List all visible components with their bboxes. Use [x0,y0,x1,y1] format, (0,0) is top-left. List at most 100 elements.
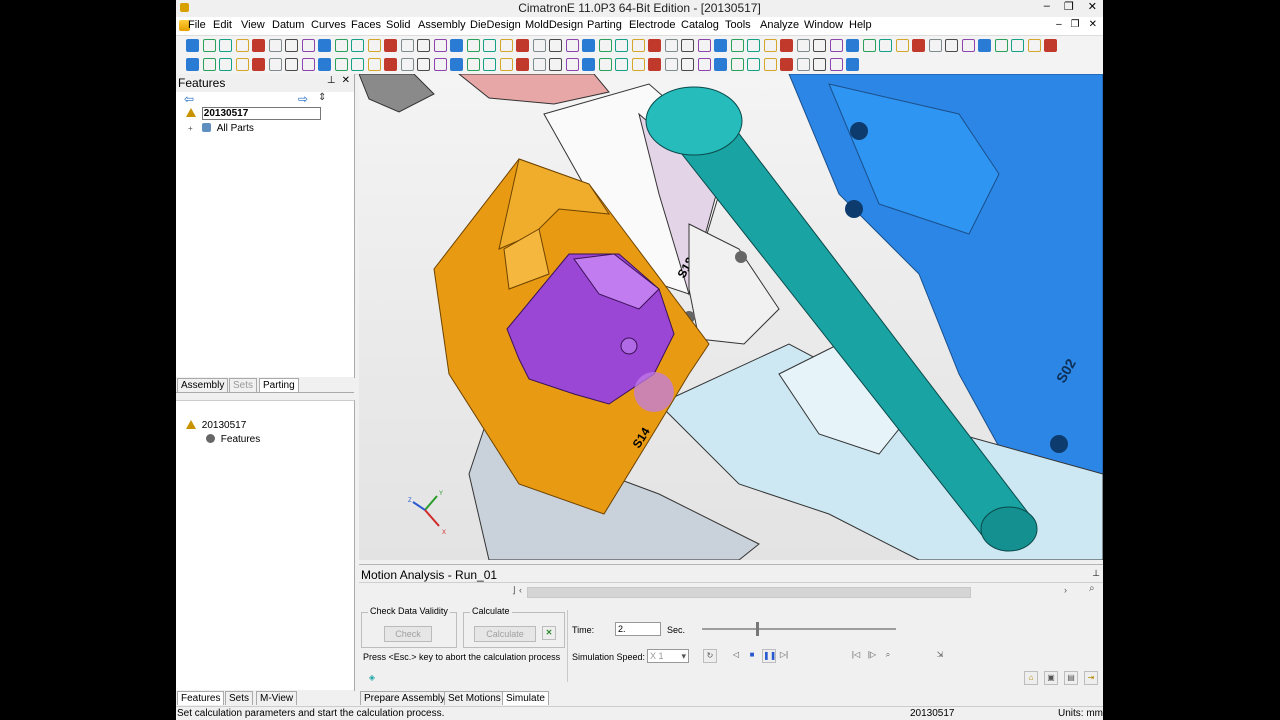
tab-assembly[interactable]: Assembly [177,378,229,392]
main-tool-44-icon[interactable] [895,39,909,52]
feature-tool-10-icon[interactable] [334,58,348,71]
main-tool-9-icon[interactable] [318,39,331,52]
zoom-icon[interactable]: ⌕ [1089,583,1095,594]
time-slider-thumb[interactable] [756,622,759,636]
motion-settings-icon[interactable]: ◈ [366,672,378,684]
main-tool-11-icon[interactable] [351,39,364,52]
menu-edit[interactable]: Edit [213,19,232,31]
save-icon[interactable]: ▣ [1044,671,1058,685]
second-tree-child[interactable]: Features [206,434,260,445]
pin-icon[interactable]: ⊥ [327,75,336,86]
3d-viewport[interactable]: S18 S02 S14 Y Z X [359,74,1103,560]
panel-close-icon[interactable]: ✕ [342,75,350,86]
feature-tool-28-icon[interactable] [631,58,645,71]
main-tool-2-icon[interactable] [202,39,216,52]
feature-tool-19-icon[interactable] [483,58,496,71]
main-tool-19-icon[interactable] [483,39,496,52]
feature-tool-22-icon[interactable] [532,58,546,71]
feature-tool-16-icon[interactable] [433,58,447,71]
main-tool-32-icon[interactable] [697,39,711,52]
main-tool-24-icon[interactable] [565,39,579,52]
feature-tool-30-icon[interactable] [664,58,678,71]
main-tool-46-icon[interactable] [928,39,942,52]
feature-tool-8-icon[interactable] [301,58,315,71]
feature-tool-26-icon[interactable] [598,58,612,71]
tab-m-view[interactable]: M-View [256,691,298,705]
main-tool-3-icon[interactable] [219,39,232,52]
menu-help[interactable]: Help [849,19,872,31]
motion-pin-icon[interactable]: ⊥ [1092,568,1100,579]
timeline-right-arrow-icon[interactable]: › [1064,585,1067,595]
feature-tool-37-icon[interactable] [780,58,793,71]
tab-set-motions[interactable]: Set Motions [444,691,505,705]
main-tool-41-icon[interactable] [846,39,859,52]
main-tool-51-icon[interactable] [1011,39,1024,52]
feature-tool-1-icon[interactable] [186,58,199,71]
calculate-button[interactable]: Calculate [474,626,536,642]
mdi-minimize-button[interactable]: – [1056,19,1062,30]
feature-tool-29-icon[interactable] [648,58,661,71]
main-tool-30-icon[interactable] [664,39,678,52]
feature-tool-39-icon[interactable] [813,58,826,71]
main-tool-35-icon[interactable] [747,39,760,52]
main-tool-26-icon[interactable] [598,39,612,52]
simulation-speed-select[interactable]: X 1 ▾ [647,649,689,663]
play-backward-icon[interactable]: ◁ [730,649,742,661]
main-tool-10-icon[interactable] [334,39,348,52]
feature-tool-27-icon[interactable] [615,58,628,71]
main-tool-37-icon[interactable] [780,39,793,52]
menu-diedesign[interactable]: DieDesign [470,19,521,31]
timeline-left-arrow-icon[interactable]: ‹ [519,585,522,595]
main-tool-49-icon[interactable] [978,39,991,52]
main-tool-4-icon[interactable] [235,39,249,52]
feature-tool-11-icon[interactable] [351,58,364,71]
main-tool-27-icon[interactable] [615,39,628,52]
feature-tool-35-icon[interactable] [747,58,760,71]
main-tool-14-icon[interactable] [400,39,414,52]
feature-tool-36-icon[interactable] [763,58,777,71]
menu-parting[interactable]: Parting [587,19,622,31]
main-tool-33-icon[interactable] [714,39,727,52]
tab-sets[interactable]: Sets [229,378,258,392]
feature-tool-6-icon[interactable] [268,58,282,71]
menu-assembly[interactable]: Assembly [418,19,466,31]
main-tool-52-icon[interactable] [1027,39,1041,52]
feature-tool-41-icon[interactable] [846,58,859,71]
rewind-icon[interactable]: |◁ [850,649,862,661]
tab-parting[interactable]: Parting [259,378,299,392]
main-tool-1-icon[interactable] [186,39,199,52]
feature-tool-23-icon[interactable] [549,58,562,71]
back-arrow-icon[interactable]: ⇦ [184,92,194,106]
minimize-button[interactable]: – [1044,0,1050,13]
save-as-icon[interactable]: ▤ [1064,671,1078,685]
feature-tool-4-icon[interactable] [235,58,249,71]
tab-sets-bottom[interactable]: Sets [225,691,254,705]
time-input[interactable]: 2. [615,622,661,636]
second-tree-root[interactable]: 20130517 [186,420,246,431]
sort-icon[interactable]: ⇕ [318,92,326,103]
main-tool-25-icon[interactable] [582,39,595,52]
refresh-icon[interactable]: ↻ [703,649,717,663]
menu-curves[interactable]: Curves [311,19,346,31]
feature-tool-2-icon[interactable] [202,58,216,71]
open-icon[interactable]: ⌂ [1024,671,1038,685]
main-tool-39-icon[interactable] [813,39,826,52]
menu-tools[interactable]: Tools [725,19,751,31]
magnify-icon[interactable]: ⌕ [882,649,894,661]
forward-arrow-icon[interactable]: ⇨ [298,92,308,106]
tree-child-item[interactable]: + All Parts [188,123,254,134]
tree-root-item[interactable]: 20130517 [186,107,322,120]
main-tool-53-icon[interactable] [1044,39,1057,52]
feature-tool-3-icon[interactable] [219,58,232,71]
feature-tool-33-icon[interactable] [714,58,727,71]
feature-tool-32-icon[interactable] [697,58,711,71]
main-tool-13-icon[interactable] [384,39,397,52]
main-tool-47-icon[interactable] [945,39,958,52]
main-tool-8-icon[interactable] [301,39,315,52]
main-tool-28-icon[interactable] [631,39,645,52]
menu-view[interactable]: View [241,19,265,31]
check-button[interactable]: Check [384,626,432,642]
feature-tool-40-icon[interactable] [829,58,843,71]
main-tool-6-icon[interactable] [268,39,282,52]
export-icon[interactable]: ⇲ [934,649,946,661]
